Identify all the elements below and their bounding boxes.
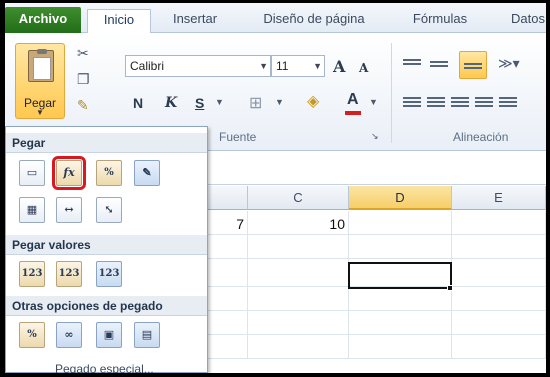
percent-glyph: % — [27, 329, 37, 340]
paste-keep-source-format-icon[interactable]: ✎ — [134, 160, 160, 186]
font-color-button[interactable]: A — [347, 91, 359, 109]
grid-cell[interactable] — [208, 259, 248, 287]
column-header-c[interactable]: C — [248, 186, 349, 210]
paste-transpose-icon[interactable]: ⤡ — [96, 197, 122, 223]
chevron-down-icon: ▼ — [313, 61, 322, 71]
grid-cell[interactable] — [208, 235, 248, 259]
column-header-e[interactable]: E — [452, 186, 546, 210]
grid-cell[interactable] — [248, 335, 349, 359]
chevron-down-icon[interactable]: ▼ — [215, 97, 224, 107]
shrink-font-button[interactable]: A — [359, 61, 368, 75]
grid-cell[interactable] — [452, 259, 546, 287]
column-header-b[interactable] — [208, 186, 248, 210]
paste-special-link[interactable]: Pegado especial... — [55, 362, 154, 373]
grid-cell[interactable] — [452, 211, 546, 235]
borders-icon[interactable]: ⊞ — [249, 93, 262, 113]
tab-page-layout[interactable]: Diseño de página — [249, 9, 379, 33]
paste-values-source-format-icon[interactable]: 123 — [96, 261, 122, 287]
values-glyph: 123 — [58, 268, 80, 279]
paste-values-icon[interactable]: 123 — [19, 261, 45, 287]
font-size-box[interactable]: 11 ▼ — [271, 55, 325, 77]
fill-handle[interactable] — [447, 285, 453, 291]
paste-button[interactable]: Pegar ▼ — [15, 43, 65, 119]
grid-cell[interactable] — [452, 311, 546, 335]
chevron-down-icon[interactable]: ▼ — [275, 97, 284, 107]
grid-cell[interactable] — [349, 335, 452, 359]
grid-cell[interactable] — [248, 311, 349, 335]
grid-cell[interactable] — [349, 211, 452, 235]
paste-formulas-icon[interactable]: fx — [52, 156, 86, 190]
grid-cell[interactable] — [452, 335, 546, 359]
tab-formulas[interactable]: Fórmulas — [405, 9, 475, 33]
tab-home[interactable]: Inicio — [87, 9, 151, 34]
ribbon-tab-bar: Archivo Inicio Insertar Diseño de página… — [5, 3, 546, 34]
section-header-values: Pegar valores — [6, 235, 207, 255]
paste-keep-column-widths-icon[interactable]: ↔ — [56, 197, 82, 223]
tab-insert[interactable]: Insertar — [160, 9, 230, 33]
tab-data[interactable]: Datos — [503, 9, 546, 33]
fill-color-icon[interactable]: ◈ — [307, 91, 319, 111]
paste-linked-picture-icon[interactable]: ▤ — [134, 322, 160, 348]
grid-cell[interactable] — [349, 311, 452, 335]
grow-font-button[interactable]: A — [333, 57, 345, 76]
excel-window: Archivo Inicio Insertar Diseño de página… — [5, 3, 546, 373]
paste-picture-icon[interactable]: ▣ — [96, 322, 122, 348]
cut-icon[interactable]: ✂ — [77, 45, 89, 62]
section-header-other: Otras opciones de pegado — [6, 296, 207, 316]
grid-cell[interactable] — [452, 235, 546, 259]
paste-link-icon[interactable]: ∞ — [56, 322, 82, 348]
grid-cell[interactable] — [248, 259, 349, 287]
align-left-icon[interactable] — [403, 95, 421, 109]
column-header-d[interactable]: D — [349, 186, 452, 210]
chevron-down-icon: ▼ — [36, 108, 44, 117]
grid-cell[interactable] — [349, 287, 452, 311]
values-glyph: 123 — [21, 268, 43, 279]
grid-cell[interactable] — [248, 235, 349, 259]
text-orientation-icon[interactable]: ≫▾ — [498, 55, 520, 72]
chevron-down-icon: ▼ — [259, 61, 268, 71]
percent-glyph: % — [104, 167, 114, 178]
italic-button[interactable]: K — [165, 95, 177, 111]
grid-cell[interactable] — [452, 287, 546, 311]
tab-file[interactable]: Archivo — [5, 7, 81, 33]
paste-icon[interactable]: ▭ — [19, 160, 45, 186]
cell-c1[interactable]: 10 — [248, 216, 345, 232]
underline-button[interactable]: S — [195, 95, 204, 111]
chevron-down-icon[interactable]: ▼ — [369, 97, 378, 107]
align-right-icon[interactable] — [451, 95, 469, 109]
paste-formulas-number-format-icon[interactable]: % — [96, 160, 122, 186]
section-header-paste: Pegar — [6, 133, 207, 153]
bold-button[interactable]: N — [133, 95, 143, 111]
font-color-bar — [345, 111, 361, 115]
values-glyph: 123 — [98, 268, 120, 279]
align-bottom-icon — [464, 61, 482, 75]
align-top-icon[interactable] — [403, 57, 421, 71]
grid-cell[interactable] — [208, 311, 248, 335]
formula-glyph: fx — [63, 166, 75, 179]
decrease-indent-icon[interactable] — [475, 95, 493, 109]
grid-cell[interactable] — [208, 335, 248, 359]
align-center-icon[interactable] — [427, 95, 445, 109]
dialog-launcher-icon[interactable]: ↘ — [371, 131, 379, 142]
group-label-alignment: Alineación — [453, 130, 509, 144]
paste-values-number-format-icon[interactable]: 123 — [56, 261, 82, 287]
group-divider — [391, 43, 392, 143]
paste-options-menu: Pegar ▭ fx % ✎ ▦ ↔ ⤡ Pegar valores 123 1… — [5, 126, 208, 373]
font-name-value: Calibri — [130, 59, 165, 73]
clipboard-icon — [28, 49, 54, 82]
align-middle-icon[interactable] — [430, 59, 448, 73]
paste-no-borders-icon[interactable]: ▦ — [19, 197, 45, 223]
cell-b1[interactable]: 7 — [208, 216, 244, 232]
font-name-box[interactable]: Calibri ▼ — [125, 55, 271, 77]
copy-icon[interactable]: ❐ — [77, 71, 90, 88]
grid-cell[interactable] — [349, 235, 452, 259]
group-label-font: Fuente — [219, 130, 257, 144]
increase-indent-icon[interactable] — [499, 95, 517, 109]
grid-cell[interactable] — [208, 287, 248, 311]
active-cell[interactable] — [348, 262, 452, 289]
font-size-value: 11 — [276, 59, 289, 73]
format-painter-icon[interactable]: ✎ — [77, 97, 89, 114]
paste-formatting-icon[interactable]: % — [19, 322, 45, 348]
grid-cell[interactable] — [248, 287, 349, 311]
